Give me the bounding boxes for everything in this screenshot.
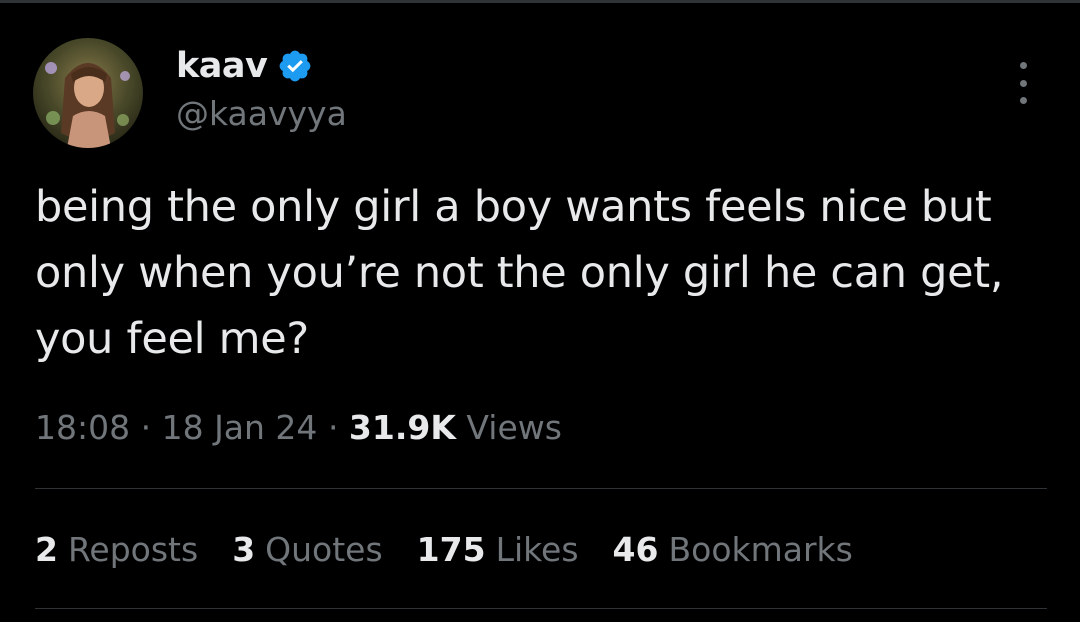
more-dot	[1019, 97, 1027, 104]
views-label: Views	[466, 408, 562, 447]
more-dot	[1019, 62, 1027, 69]
tweet-meta: 18:08 · 18 Jan 24 · 31.9K Views	[35, 408, 562, 447]
divider	[35, 488, 1047, 489]
more-options-icon[interactable]	[1008, 62, 1038, 104]
more-dot	[1019, 79, 1027, 87]
stat-count: 46	[612, 530, 659, 569]
stat-label: Reposts	[67, 530, 199, 569]
display-name[interactable]: kaav	[176, 46, 268, 86]
stat-label: Quotes	[265, 530, 383, 569]
author-handle[interactable]: @kaavyya	[176, 94, 347, 133]
avatar-portrait-icon	[33, 38, 143, 148]
stat-bookmarks[interactable]: 46 Bookmarks	[613, 530, 853, 569]
engagement-stats: 2 Reposts 3 Quotes 175 Likes 46 Bookmark…	[35, 530, 887, 569]
verified-badge-icon	[279, 50, 311, 82]
author-row: kaav	[176, 42, 313, 90]
stat-count: 175	[416, 530, 486, 569]
meta-separator: ·	[140, 408, 162, 447]
meta-separator: ·	[327, 408, 349, 447]
tweet-card: kaav @kaavyya being the only girl a boy …	[0, 0, 1080, 622]
divider	[35, 608, 1047, 609]
stat-count: 3	[232, 530, 256, 569]
tweet-date[interactable]: 18 Jan 24	[162, 408, 318, 447]
views-count: 31.9K	[348, 408, 456, 447]
top-divider	[0, 0, 1080, 3]
stat-reposts[interactable]: 2 Reposts	[35, 530, 198, 569]
avatar[interactable]	[33, 38, 143, 148]
stat-likes[interactable]: 175 Likes	[417, 530, 579, 569]
tweet-text: being the only girl a boy wants feels ni…	[35, 182, 1004, 364]
stat-label: Likes	[495, 530, 579, 569]
stat-quotes[interactable]: 3 Quotes	[232, 530, 382, 569]
tweet-time[interactable]: 18:08	[35, 408, 130, 447]
stat-count: 2	[35, 530, 58, 569]
stat-label: Bookmarks	[668, 530, 853, 569]
